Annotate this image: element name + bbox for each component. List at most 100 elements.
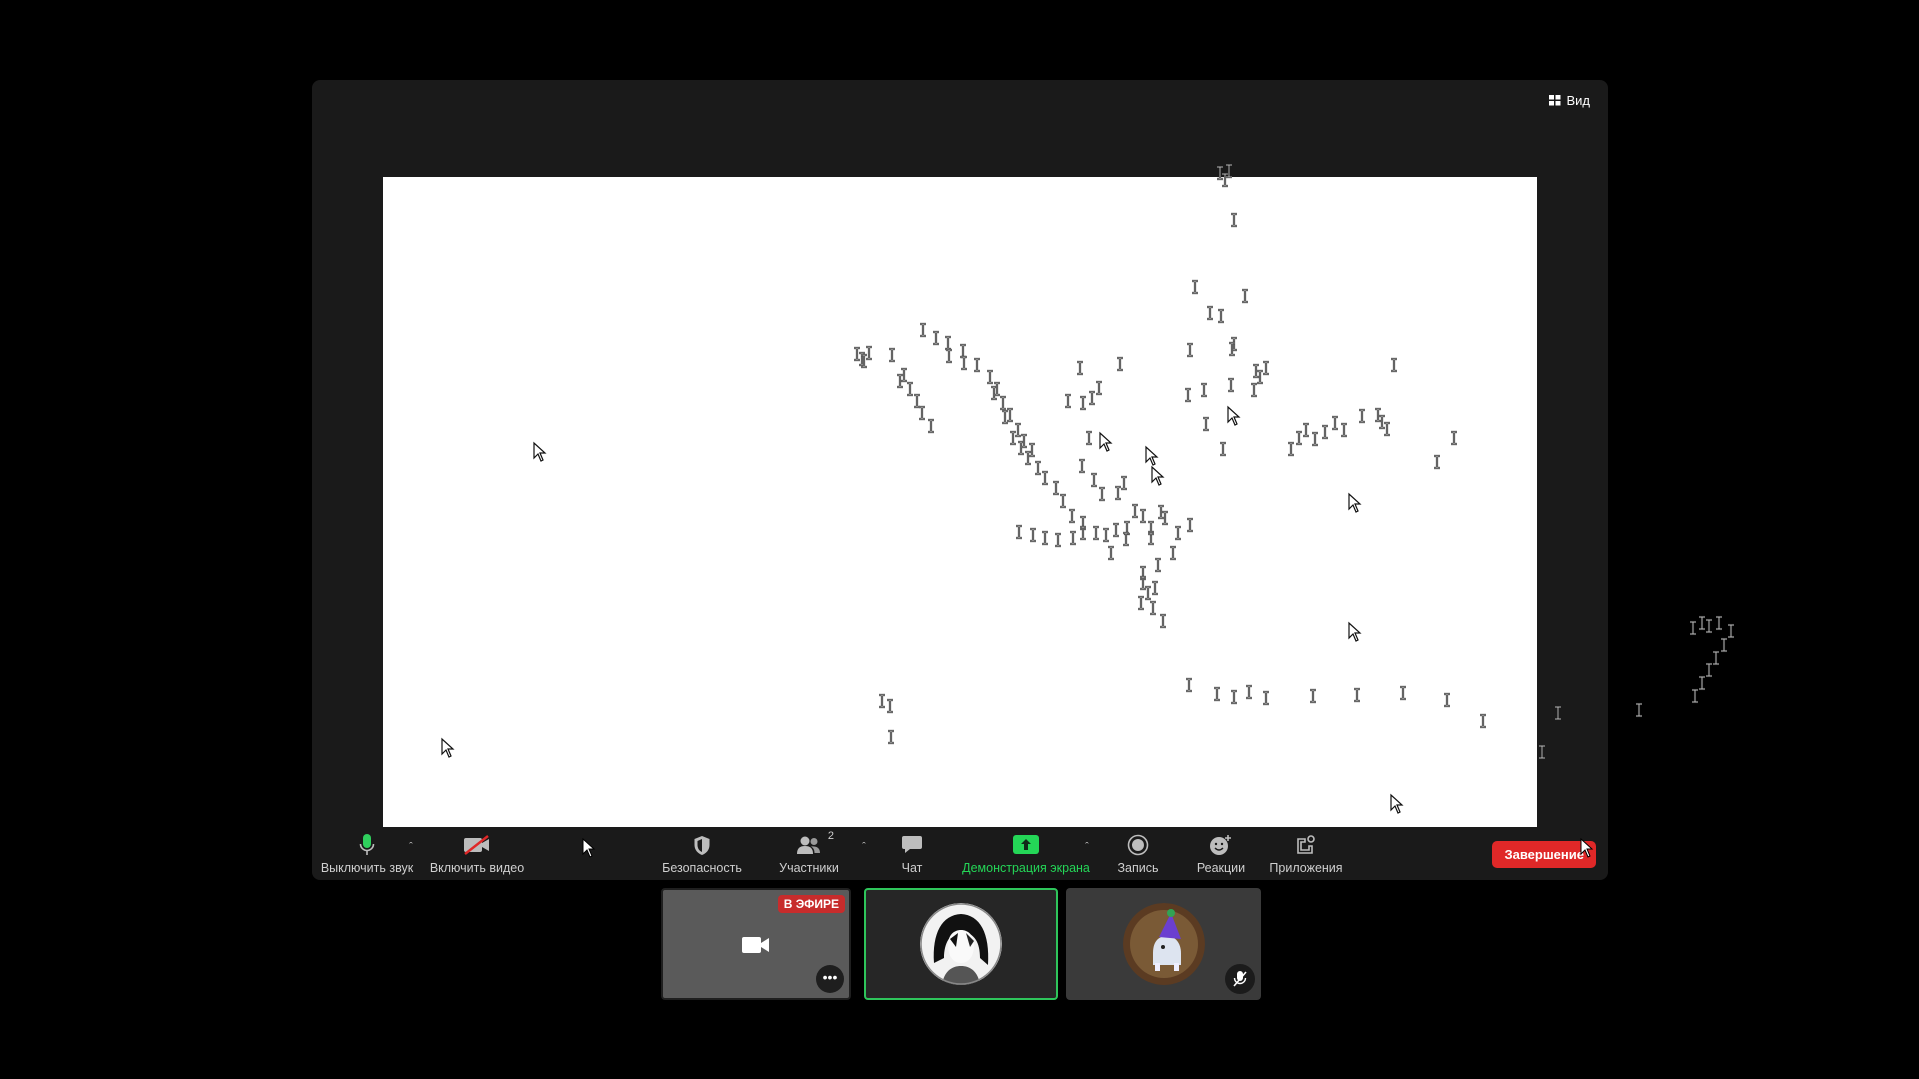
- text-cursor-icon: [861, 353, 867, 369]
- microphone-icon: [359, 832, 375, 858]
- text-cursor-icon: [1222, 172, 1228, 188]
- more-icon[interactable]: •••: [816, 965, 844, 993]
- text-cursor-icon: [1148, 530, 1154, 546]
- text-cursor-icon: [1035, 460, 1041, 476]
- participants-button[interactable]: 2 Участники: [769, 829, 849, 875]
- self-video-tile[interactable]: В ЭФИРЕ •••: [661, 888, 851, 1000]
- text-cursor-icon: [961, 355, 967, 371]
- start-video-button[interactable]: Включить видео: [430, 829, 524, 875]
- share-label: Демонстрация экрана: [962, 861, 1090, 875]
- shared-screen[interactable]: [383, 163, 1734, 827]
- chat-icon: [901, 832, 923, 858]
- text-cursor-icon: [897, 373, 903, 389]
- participant-video-tile[interactable]: [864, 888, 1058, 1000]
- text-cursor-icon: [1140, 508, 1146, 524]
- reactions-button[interactable]: Реакции: [1186, 829, 1256, 875]
- cursor-trail-layer: [441, 163, 1734, 814]
- text-cursor-icon: [1002, 409, 1008, 425]
- text-cursor-icon: [1077, 360, 1083, 376]
- participants-icon: 2: [796, 830, 834, 858]
- text-cursor-icon: [1379, 414, 1385, 430]
- text-cursor-icon: [1228, 377, 1234, 393]
- text-cursor-icon: [1150, 600, 1156, 616]
- text-cursor-icon: [1692, 688, 1698, 704]
- avatar: [920, 903, 1002, 985]
- text-cursor-icon: [1728, 623, 1734, 639]
- text-cursor-icon: [907, 381, 913, 397]
- share-options-caret[interactable]: ˆ: [1080, 842, 1094, 853]
- text-cursor-icon: [1186, 677, 1192, 693]
- text-cursor-icon: [1185, 387, 1191, 403]
- text-cursor-icon: [1175, 525, 1181, 541]
- text-cursor-icon: [1231, 212, 1237, 228]
- text-cursor-icon: [1201, 382, 1207, 398]
- security-button[interactable]: Безопасность: [657, 829, 747, 875]
- text-cursor-icon: [1158, 504, 1164, 520]
- mute-button[interactable]: Выключить звук: [320, 829, 414, 875]
- text-cursor-icon: [1091, 472, 1097, 488]
- live-badge: В ЭФИРЕ: [777, 895, 845, 913]
- text-cursor-icon: [1115, 485, 1121, 501]
- text-cursor-icon: [1187, 342, 1193, 358]
- text-cursor-icon: [1108, 545, 1114, 561]
- text-cursor-icon: [1148, 520, 1154, 536]
- text-cursor-icon: [1229, 341, 1235, 357]
- text-cursor-icon: [1354, 687, 1360, 703]
- text-cursor-icon: [1312, 431, 1318, 447]
- meeting-toolbar: Выключить звук ˆ Включить видео Безопасн…: [312, 827, 1608, 880]
- text-cursor-icon: [1160, 613, 1166, 629]
- text-cursor-icon: [1016, 524, 1022, 540]
- text-cursor-icon: [1288, 441, 1294, 457]
- text-cursor-icon: [1217, 165, 1223, 181]
- cursor-icon: [1580, 838, 1594, 858]
- text-cursor-icon: [1220, 441, 1226, 457]
- text-cursor-icon: [1359, 408, 1365, 424]
- record-button[interactable]: Запись: [1108, 829, 1168, 875]
- text-cursor-icon: [987, 369, 993, 385]
- cursor-icon: [441, 737, 455, 758]
- text-cursor-icon: [1257, 369, 1263, 385]
- text-cursor-icon: [960, 343, 966, 359]
- text-cursor-icon: [1070, 530, 1076, 546]
- cursor-icon: [533, 441, 547, 462]
- text-cursor-icon: [1099, 486, 1105, 502]
- text-cursor-icon: [1113, 522, 1119, 538]
- video-label: Включить видео: [429, 861, 525, 875]
- text-cursor-icon: [1103, 527, 1109, 543]
- text-cursor-icon: [1253, 363, 1259, 379]
- audio-options-caret[interactable]: ˆ: [404, 842, 418, 853]
- text-cursor-icon: [1086, 430, 1092, 446]
- text-cursor-icon: [1555, 705, 1561, 721]
- text-cursor-icon: [928, 418, 934, 434]
- view-button[interactable]: Вид: [1543, 88, 1596, 112]
- text-cursor-icon: [1010, 430, 1016, 446]
- text-cursor-icon: [946, 348, 952, 364]
- apps-label: Приложения: [1269, 861, 1343, 875]
- chat-label: Чат: [901, 861, 923, 875]
- security-label: Безопасность: [662, 861, 742, 875]
- apps-button[interactable]: Приложения: [1264, 829, 1348, 875]
- text-cursor-icon: [1226, 163, 1232, 179]
- text-cursor-icon: [1332, 415, 1338, 431]
- text-cursor-icon: [994, 381, 1000, 397]
- text-cursor-icon: [1065, 393, 1071, 409]
- grid-icon: [1549, 94, 1561, 106]
- text-cursor-icon: [1636, 702, 1642, 718]
- text-cursor-icon: [1132, 503, 1138, 519]
- text-cursor-icon: [1069, 508, 1075, 524]
- share-screen-button[interactable]: Демонстрация экрана: [962, 829, 1090, 875]
- text-cursor-icon: [1690, 620, 1696, 636]
- chat-button[interactable]: Чат: [882, 829, 942, 875]
- cursor-icon: [1348, 492, 1362, 513]
- text-cursor-icon: [1096, 380, 1102, 396]
- text-cursor-icon: [1539, 744, 1545, 760]
- text-cursor-icon: [1089, 390, 1095, 406]
- text-cursor-icon: [1093, 525, 1099, 541]
- participant-video-tile[interactable]: [1066, 888, 1261, 1000]
- mic-off-icon: [1225, 964, 1255, 994]
- participants-options-caret[interactable]: ˆ: [857, 842, 871, 853]
- text-cursor-icon: [991, 385, 997, 401]
- text-cursor-icon: [1042, 530, 1048, 546]
- text-cursor-icon: [1341, 422, 1347, 438]
- text-cursor-icon: [866, 345, 872, 361]
